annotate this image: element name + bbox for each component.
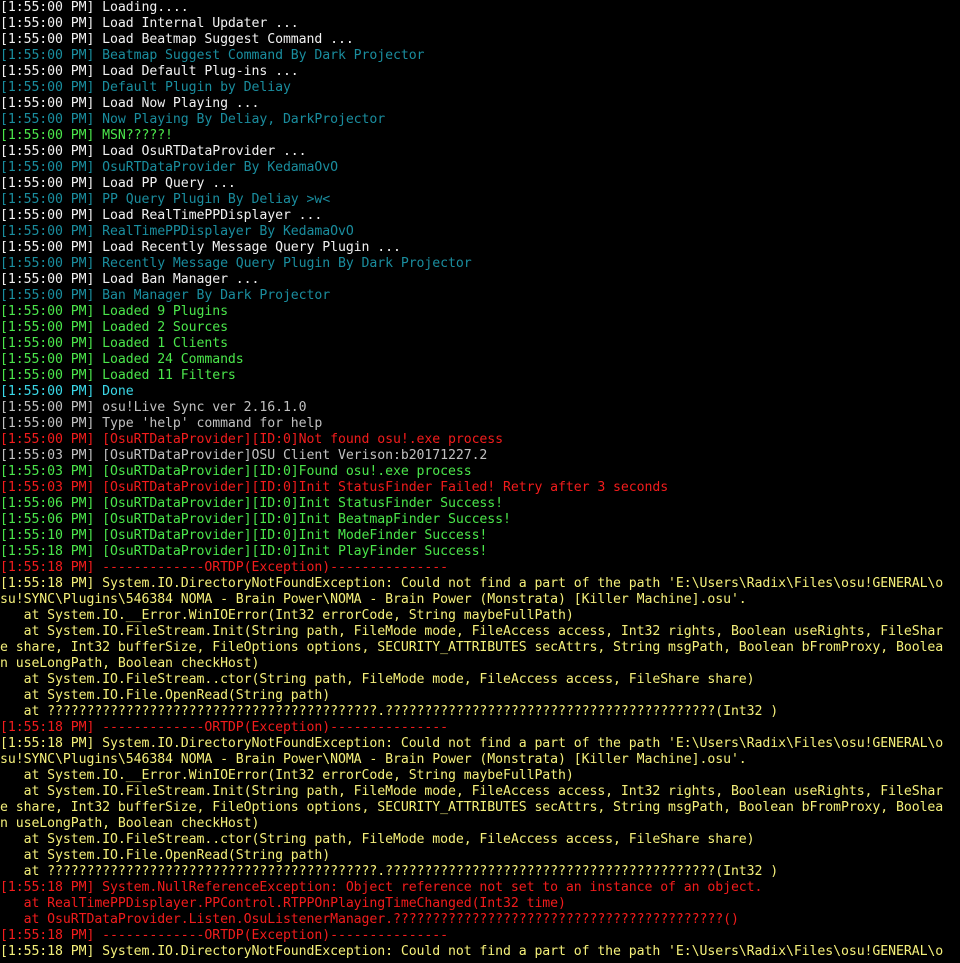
console-line: [1:55:00 PM] Load Ban Manager ... xyxy=(0,272,260,287)
console-line: [1:55:00 PM] OsuRTDataProvider By Kedama… xyxy=(0,160,338,175)
console-line: [1:55:00 PM] [OsuRTDataProvider][ID:0]No… xyxy=(0,432,504,447)
console-line: su!SYNC\Plugins\546384 NOMA - Brain Powe… xyxy=(0,592,747,607)
console-line: [1:55:18 PM] [OsuRTDataProvider][ID:0]In… xyxy=(0,544,488,559)
console-line: [1:55:06 PM] [OsuRTDataProvider][ID:0]In… xyxy=(0,496,504,511)
console-line: [1:55:18 PM] System.IO.DirectoryNotFound… xyxy=(0,576,944,591)
console-line: [1:55:00 PM] Load PP Query ... xyxy=(0,176,236,191)
console-line: [1:55:00 PM] Loaded 9 Plugins xyxy=(0,304,228,319)
console-line: [1:55:00 PM] Now Playing By Deliay, Dark… xyxy=(0,112,386,127)
console-line: at System.IO.FileStream..ctor(String pat… xyxy=(0,832,755,847)
console-line: [1:55:00 PM] RealTimePPDisplayer By Keda… xyxy=(0,224,354,239)
console-line: [1:55:00 PM] Beatmap Suggest Command By … xyxy=(0,48,425,63)
console-line: [1:55:00 PM] Type 'help' command for hel… xyxy=(0,416,323,431)
console-line: at ?????????????????????????????????????… xyxy=(0,704,779,719)
console-line: [1:55:00 PM] Load OsuRTDataProvider ... xyxy=(0,144,307,159)
console-line: [1:55:00 PM] Default Plugin by Deliay xyxy=(0,80,291,95)
console-line: at System.IO.__Error.WinIOError(Int32 er… xyxy=(0,768,574,783)
console-line: n useLongPath, Boolean checkHost) xyxy=(0,816,260,831)
console-line: [1:55:00 PM] MSN?????! xyxy=(0,128,173,143)
console-line: e share, Int32 bufferSize, FileOptions o… xyxy=(0,640,944,655)
console-line: [1:55:10 PM] [OsuRTDataProvider][ID:0]In… xyxy=(0,528,488,543)
console-line: [1:55:00 PM] Load Recently Message Query… xyxy=(0,240,401,255)
console-output[interactable]: [1:55:00 PM] Loading.... [1:55:00 PM] Loa… xyxy=(0,0,960,963)
console-line: at System.IO.FileStream.Init(String path… xyxy=(0,784,944,799)
console-line: [1:55:00 PM] Load RealTimePPDisplayer ..… xyxy=(0,208,323,223)
console-line: [1:55:18 PM] System.IO.DirectoryNotFound… xyxy=(0,736,944,751)
console-line: [1:55:00 PM] Loaded 11 Filters xyxy=(0,368,236,383)
console-line: [1:55:18 PM] -------------ORTDP(Exceptio… xyxy=(0,720,448,735)
console-line: [1:55:18 PM] System.NullReferenceExcepti… xyxy=(0,880,763,895)
console-line: at ?????????????????????????????????????… xyxy=(0,864,779,879)
console-line: [1:55:00 PM] Load Now Playing ... xyxy=(0,96,260,111)
console-line: [1:55:18 PM] -------------ORTDP(Exceptio… xyxy=(0,928,448,943)
console-line: at System.IO.__Error.WinIOError(Int32 er… xyxy=(0,608,574,623)
console-line: [1:55:18 PM] System.IO.DirectoryNotFound… xyxy=(0,944,944,959)
console-line: [1:55:00 PM] Load Default Plug-ins ... xyxy=(0,64,299,79)
console-line: su!SYNC\Plugins\546384 NOMA - Brain Powe… xyxy=(0,752,747,767)
console-line: [1:55:00 PM] osu!Live Sync ver 2.16.1.0 xyxy=(0,400,307,415)
console-line: at System.IO.FileStream..ctor(String pat… xyxy=(0,672,755,687)
console-line: [1:55:00 PM] Load Internal Updater ... xyxy=(0,16,299,31)
console-line: n useLongPath, Boolean checkHost) xyxy=(0,656,260,671)
console-line: [1:55:03 PM] [OsuRTDataProvider][ID:0]Fo… xyxy=(0,464,472,479)
console-line: e share, Int32 bufferSize, FileOptions o… xyxy=(0,800,944,815)
console-line: [1:55:00 PM] Done xyxy=(0,384,134,399)
console-line: [1:55:00 PM] PP Query Plugin By Deliay >… xyxy=(0,192,331,207)
console-line: at RealTimePPDisplayer.PPControl.RTPPOnP… xyxy=(0,896,566,911)
console-line: [1:55:18 PM] -------------ORTDP(Exceptio… xyxy=(0,560,448,575)
console-line: at System.IO.FileStream.Init(String path… xyxy=(0,624,944,639)
console-line: [1:55:00 PM] Load Beatmap Suggest Comman… xyxy=(0,32,354,47)
console-line: [1:55:00 PM] Ban Manager By Dark Project… xyxy=(0,288,331,303)
console-line: [1:55:00 PM] Recently Message Query Plug… xyxy=(0,256,472,271)
console-line: [1:55:03 PM] [OsuRTDataProvider]OSU Clie… xyxy=(0,448,488,463)
console-line: [1:55:00 PM] Loaded 24 Commands xyxy=(0,352,244,367)
console-line: at OsuRTDataProvider.Listen.OsuListenerM… xyxy=(0,912,739,927)
console-line: [1:55:06 PM] [OsuRTDataProvider][ID:0]In… xyxy=(0,512,511,527)
console-line: [1:55:00 PM] Loaded 2 Sources xyxy=(0,320,228,335)
console-line: at System.IO.File.OpenRead(String path) xyxy=(0,688,331,703)
console-line: [1:55:03 PM] [OsuRTDataProvider][ID:0]In… xyxy=(0,480,669,495)
console-line: [1:55:00 PM] Loading.... xyxy=(0,0,189,15)
console-line: [1:55:00 PM] Loaded 1 Clients xyxy=(0,336,228,351)
console-line: at System.IO.File.OpenRead(String path) xyxy=(0,848,331,863)
